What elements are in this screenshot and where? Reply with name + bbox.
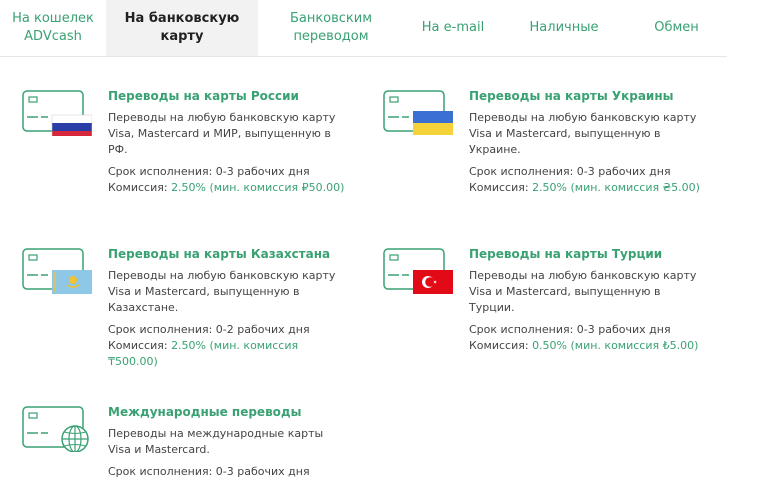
tab-advcash-wallet[interactable]: На кошелек ADVcash bbox=[0, 0, 106, 56]
transfer-option-turkey[interactable]: Переводы на карты Турции Переводы на люб… bbox=[383, 246, 723, 376]
tab-bank-transfer[interactable]: Банковским переводом bbox=[258, 0, 404, 56]
option-term: Срок исполнения: 0-3 рабочих дня bbox=[108, 465, 310, 478]
fee-label: Комиссия: bbox=[108, 339, 168, 352]
option-description: Переводы на любую банковскую карту Visa … bbox=[108, 269, 336, 314]
tab-exchange[interactable]: Обмен bbox=[626, 0, 727, 56]
tab-bank-card[interactable]: На банковскую карту bbox=[106, 0, 258, 56]
tab-label: Банковским переводом bbox=[289, 11, 373, 44]
option-fee: Комиссия: 0.50% (мин. комиссия ₺5.00) bbox=[469, 338, 709, 354]
option-term: Срок исполнения: 0-3 рабочих дня bbox=[469, 165, 671, 178]
option-description: Переводы на любую банковскую карту Visa … bbox=[469, 111, 697, 156]
option-title[interactable]: Переводы на карты России bbox=[108, 88, 348, 104]
globe-card-icon bbox=[22, 406, 89, 452]
option-term: Срок исполнения: 0-3 рабочих дня bbox=[469, 323, 671, 336]
transfer-option-russia[interactable]: Переводы на карты России Переводы на люб… bbox=[22, 88, 352, 218]
tab-label: На e-mail bbox=[421, 20, 485, 35]
tab-label: На кошелек ADVcash bbox=[12, 11, 94, 44]
option-title[interactable]: Переводы на карты Казахстана bbox=[108, 246, 348, 262]
transfer-option-kazakhstan[interactable]: Переводы на карты Казахстана Переводы на… bbox=[22, 246, 352, 376]
option-term: Срок исполнения: 0-2 рабочих дня bbox=[108, 323, 310, 336]
option-description: Переводы на любую банковскую карту Visa … bbox=[469, 269, 697, 314]
option-term: Срок исполнения: 0-3 рабочих дня bbox=[108, 165, 310, 178]
fee-value: 0.50% (мин. комиссия ₺5.00) bbox=[532, 339, 699, 352]
turkey-flag-card-icon bbox=[383, 248, 453, 294]
tab-email[interactable]: На e-mail bbox=[404, 0, 502, 56]
fee-value: 2.50% (мин. комиссия ₽50.00) bbox=[171, 181, 345, 194]
option-fee: Комиссия: 2.50% (мин. комиссия ₸500.00) bbox=[108, 338, 348, 370]
option-fee: Комиссия: 2.50% (мин. комиссия ₴5.00) bbox=[469, 180, 709, 196]
option-description: Переводы на любую банковскую карту Visa,… bbox=[108, 111, 336, 156]
fee-value: 2.50% (мин. комиссия ₴5.00) bbox=[532, 181, 700, 194]
fee-label: Комиссия: bbox=[469, 339, 529, 352]
fee-label: Комиссия: bbox=[108, 181, 168, 194]
option-title[interactable]: Переводы на карты Турции bbox=[469, 246, 709, 262]
transfer-tabs: На кошелек ADVcash На банковскую карту Б… bbox=[0, 0, 727, 57]
option-title[interactable]: Переводы на карты Украины bbox=[469, 88, 709, 104]
option-description: Переводы на международные карты Visa и M… bbox=[108, 427, 324, 456]
transfer-option-ukraine[interactable]: Переводы на карты Украины Переводы на лю… bbox=[383, 88, 723, 218]
option-fee: Комиссия: 2.50% (мин. комиссия ₽50.00) bbox=[108, 180, 348, 196]
ukraine-flag-card-icon bbox=[383, 90, 453, 135]
option-title[interactable]: Международные переводы bbox=[108, 404, 348, 420]
fee-label: Комиссия: bbox=[469, 181, 529, 194]
tab-label: Наличные bbox=[529, 20, 599, 35]
tab-label: На банковскую карту bbox=[124, 11, 240, 44]
transfer-option-international[interactable]: Международные переводы Переводы на между… bbox=[22, 404, 352, 484]
kazakhstan-flag-card-icon bbox=[22, 248, 92, 294]
tab-cash[interactable]: Наличные bbox=[502, 0, 626, 56]
tab-label: Обмен bbox=[654, 20, 699, 35]
russia-flag-card-icon bbox=[22, 90, 92, 136]
